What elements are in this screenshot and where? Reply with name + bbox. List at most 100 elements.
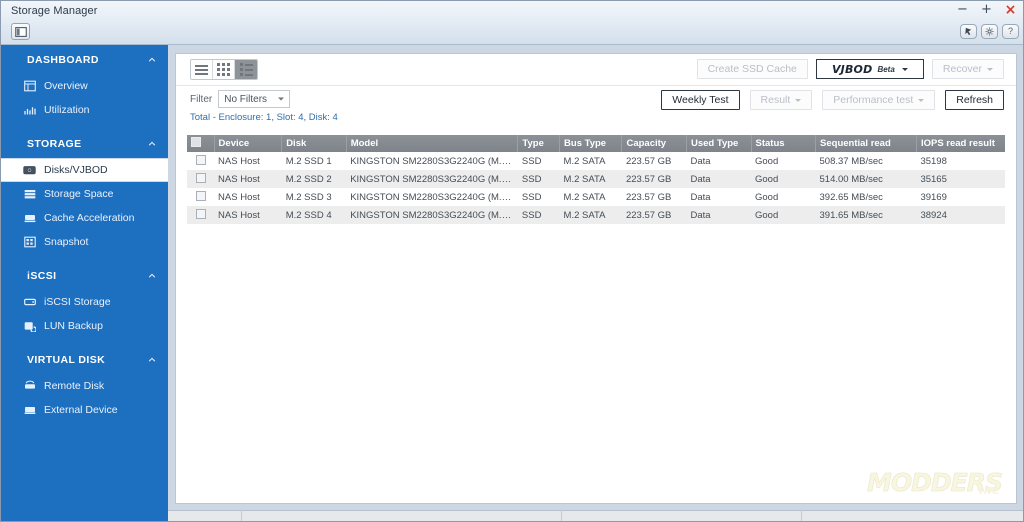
row-checkbox[interactable] [195,154,206,165]
row-checkbox[interactable] [195,190,206,201]
vjbod-button[interactable]: VJBOD Beta [815,59,924,79]
column-header-used-type[interactable]: Used Type [686,135,752,152]
pointer-icon[interactable] [960,24,977,39]
chevron-down-icon [918,98,925,102]
sidebar-item-lun-backup[interactable]: LUN Backup [1,314,168,338]
chevron-up-icon [148,57,156,62]
column-header-bus-type[interactable]: Bus Type [559,135,623,152]
panel-toggle-icon[interactable] [11,23,30,40]
minimize-button[interactable]: − [956,3,969,16]
table-row[interactable]: NAS Host M.2 SSD 1 KINGSTON SM2280S3G224… [187,152,1005,170]
table-header-row: Device Disk Model Type Bus Type Capacity… [187,135,1005,152]
column-header-type[interactable]: Type [517,135,561,152]
sidebar: DASHBOARD Overview Utilization STORAGE D… [1,45,168,512]
close-button[interactable]: × [1004,3,1017,17]
filter-control: Filter No Filters [190,90,291,108]
cell-capacity: 223.57 GB [625,155,672,167]
cell-bus-type: M.2 SATA [563,173,606,185]
cell-type: SSD [521,209,542,221]
select-all-checkbox[interactable] [191,137,201,147]
table-row[interactable]: NAS Host M.2 SSD 4 KINGSTON SM2280S3G224… [187,206,1005,224]
create-ssd-cache-button[interactable]: Create SSD Cache [696,59,808,79]
detail-view-button[interactable] [235,60,257,79]
sidebar-item-iscsi-storage[interactable]: iSCSI Storage [1,290,168,314]
maximize-button[interactable]: + [980,3,993,16]
row-checkbox[interactable] [195,172,206,183]
disks-table: Device Disk Model Type Bus Type Capacity… [187,135,1005,224]
window-body: DASHBOARD Overview Utilization STORAGE D… [1,45,1023,512]
row-select-cell [187,206,214,224]
row-select-cell [187,170,214,188]
column-header-status[interactable]: Status [751,135,817,152]
window-controls: − + × [956,3,1017,17]
weekly-test-button[interactable]: Weekly Test [661,90,740,110]
column-header-disk[interactable]: Disk [281,135,347,152]
sidebar-item-label: Disks/VJBOD [44,164,108,176]
column-header-device[interactable]: Device [214,135,283,152]
external-device-icon [23,404,36,417]
grid-view-button[interactable] [213,60,235,79]
window-title: Storage Manager [11,5,98,17]
gear-icon[interactable] [981,24,998,39]
cell-disk: M.2 SSD 2 [285,173,332,185]
sidebar-item-snapshot[interactable]: Snapshot [1,230,168,254]
utilization-icon [23,104,36,117]
sidebar-item-label: Overview [44,80,88,92]
cell-used-type: Data [690,209,711,221]
cell-iops-read-result: 39169 [920,191,947,203]
bottom-strip-divider [561,510,562,521]
sidebar-item-disks-vjbod[interactable]: Disks/VJBOD [1,158,168,182]
table-row[interactable]: NAS Host M.2 SSD 2 KINGSTON SM2280S3G224… [187,170,1005,188]
cell-model: KINGSTON SM2280S3G2240G (M.2 SAT... [350,209,518,221]
sidebar-item-external-device[interactable]: External Device [1,398,168,422]
sidebar-item-storage-space[interactable]: Storage Space [1,182,168,206]
column-header-capacity[interactable]: Capacity [621,135,687,152]
cell-type: SSD [521,191,542,203]
performance-test-button[interactable]: Performance test [822,90,936,110]
cell-sequential-read: 391.65 MB/sec [819,209,883,221]
help-icon[interactable]: ? [1002,24,1019,39]
disk-icon [23,164,36,177]
column-header-model[interactable]: Model [346,135,519,152]
result-button[interactable]: Result [749,90,813,110]
recover-button[interactable]: Recover [931,59,1004,79]
cell-capacity: 223.57 GB [625,191,672,203]
help-glyph: ? [1007,26,1013,36]
bottom-strip-accent [1,510,168,521]
cell-model: KINGSTON SM2280S3G2240G (M.2 SAT... [350,191,518,203]
chevron-up-icon [148,273,156,278]
sidebar-item-overview[interactable]: Overview [1,74,168,98]
storage-space-icon [23,188,36,201]
list-view-button[interactable] [191,60,213,79]
chevron-up-icon [148,141,156,146]
row-checkbox[interactable] [195,208,206,219]
sidebar-group-dashboard[interactable]: DASHBOARD [1,45,168,74]
cell-iops-read-result: 35198 [920,155,947,167]
lun-backup-icon [23,320,36,333]
sidebar-group-iscsi[interactable]: iSCSI [1,261,168,290]
chevron-down-icon [987,67,993,71]
cache-icon [23,212,36,225]
storage-manager-window: Storage Manager − + × ? DASHBOARD Overvi… [0,0,1024,522]
sidebar-item-label: Snapshot [44,236,89,248]
bottom-strip-divider [801,510,802,521]
table-row[interactable]: NAS Host M.2 SSD 3 KINGSTON SM2280S3G224… [187,188,1005,206]
sidebar-group-virtual-disk[interactable]: VIRTUAL DISK [1,345,168,374]
cell-iops-read-result: 38924 [920,209,947,221]
sidebar-item-remote-disk[interactable]: Remote Disk [1,374,168,398]
column-header-sequential-read[interactable]: Sequential read [815,135,917,152]
performance-test-label: Performance test [833,94,914,106]
sidebar-group-label: STORAGE [27,137,82,150]
snapshot-icon [23,236,36,249]
column-header-iops-read-result[interactable]: IOPS read result [916,135,1005,152]
filter-select[interactable]: No Filters [218,90,291,108]
sidebar-group-storage[interactable]: STORAGE [1,129,168,158]
bottom-strip-divider [241,510,242,521]
cell-type: SSD [521,173,542,185]
sidebar-item-utilization[interactable]: Utilization [1,98,168,122]
cell-bus-type: M.2 SATA [563,209,606,221]
refresh-button[interactable]: Refresh [945,90,1004,110]
cell-bus-type: M.2 SATA [563,155,606,167]
sidebar-item-cache-acceleration[interactable]: Cache Acceleration [1,206,168,230]
